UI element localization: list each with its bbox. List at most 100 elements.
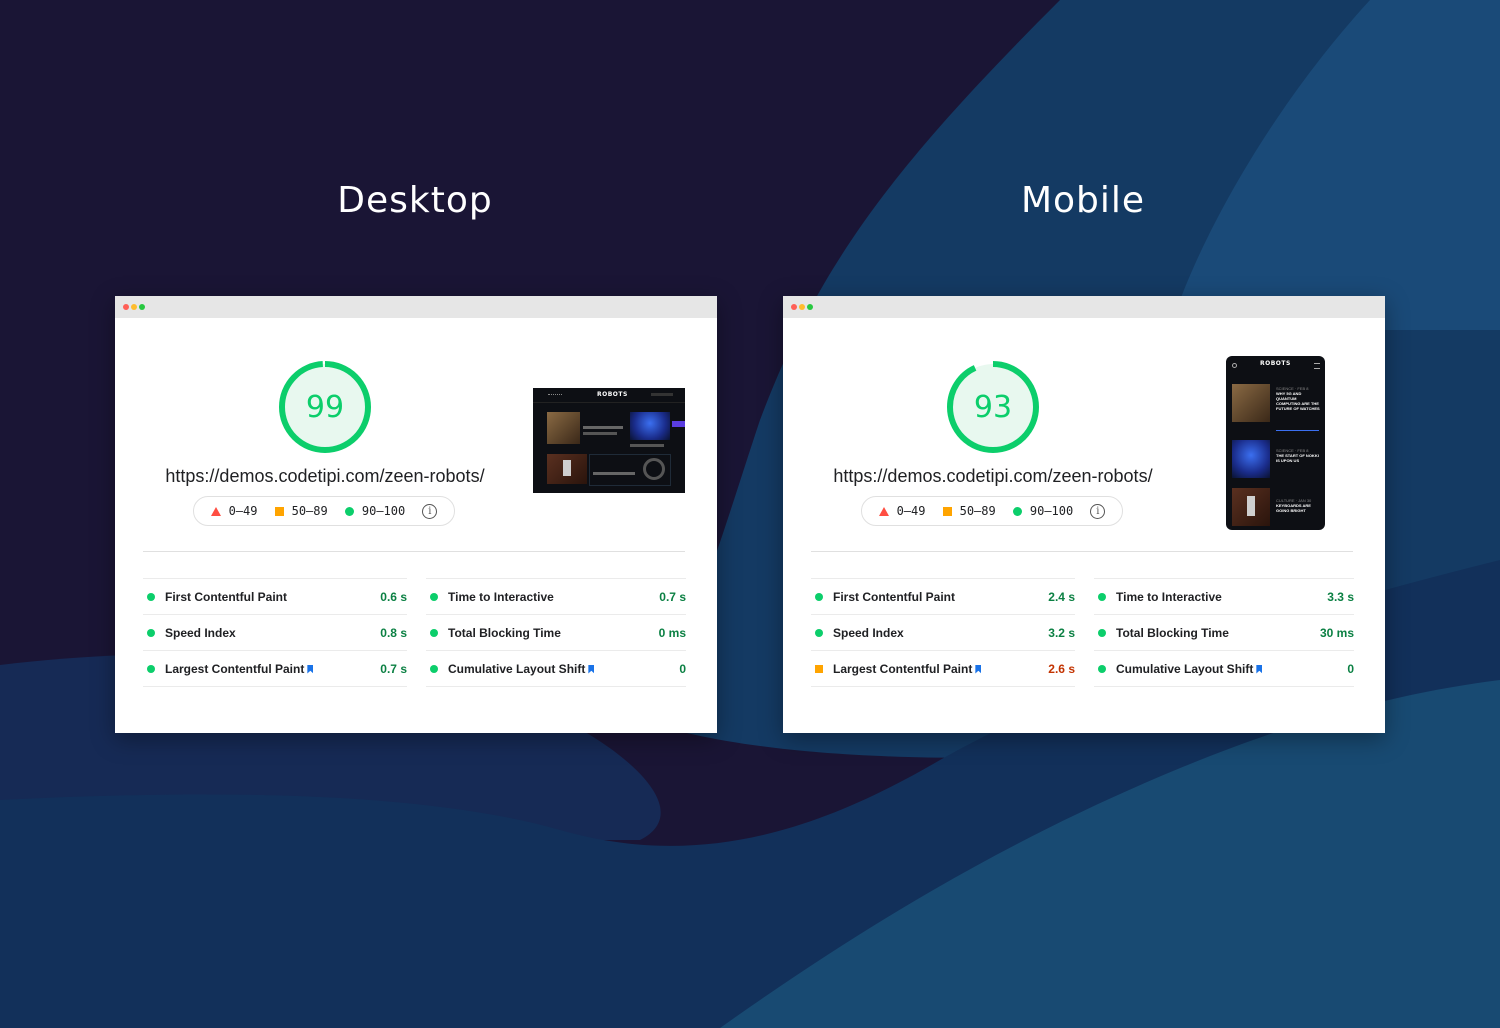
legend-poor-label: 0–49 (228, 504, 258, 518)
bookmark-icon (307, 664, 314, 674)
good-dot-icon (1098, 664, 1106, 673)
metric-value: 0.7 s (380, 661, 407, 676)
metric-name: Largest Contentful Paint (165, 662, 380, 676)
bookmark-icon (588, 664, 595, 674)
metric-cumulative-layout-shift[interactable]: Cumulative Layout Shift 0 (426, 650, 686, 687)
bookmark-icon (975, 664, 982, 674)
metrics-column-right: Time to Interactive 0.7 s Total Blocking … (426, 578, 686, 687)
metrics-grid: First Contentful Paint 0.6 s Speed Index 0… (143, 578, 686, 687)
good-dot-icon (147, 628, 155, 637)
metric-value: 30 ms (1319, 625, 1354, 640)
post-item: SCIENCE · FEB 8 WHY 5G AND QUANTUM COMPU… (1276, 386, 1321, 411)
close-dot-icon[interactable] (791, 304, 797, 310)
metric-total-blocking-time[interactable]: Total Blocking Time 0 ms (426, 614, 686, 650)
maximize-dot-icon[interactable] (139, 304, 145, 310)
good-dot-icon (815, 628, 823, 637)
close-dot-icon[interactable] (123, 304, 129, 310)
metric-time-to-interactive[interactable]: Time to Interactive 0.7 s (426, 578, 686, 614)
metric-name: Total Blocking Time (1116, 625, 1229, 640)
metric-first-contentful-paint[interactable]: First Contentful Paint 0.6 s (143, 578, 407, 614)
triangle-icon (878, 506, 889, 516)
metric-name-text: Largest Contentful Paint (165, 661, 305, 676)
metric-value: 2.4 s (1048, 589, 1075, 604)
circle-icon (1012, 506, 1022, 516)
metric-largest-contentful-paint[interactable]: Largest Contentful Paint 0.7 s (143, 650, 407, 687)
metric-first-contentful-paint[interactable]: First Contentful Paint 2.4 s (811, 578, 1075, 614)
metric-name: First Contentful Paint (165, 589, 287, 604)
metric-name: Cumulative Layout Shift (448, 662, 679, 676)
metric-name: Largest Contentful Paint (833, 662, 1048, 676)
desktop-page-screenshot: ROBOTS (533, 388, 685, 493)
mobile-report-window: 93 https://demos.codetipi.com/zeen-robot… (783, 296, 1385, 733)
report-url[interactable]: https://demos.codetipi.com/zeen-robots/ (783, 466, 1203, 487)
bookmark-icon (1256, 664, 1263, 674)
legend-average: 50–89 (274, 504, 328, 518)
metric-value: 0.7 s (659, 589, 686, 604)
metric-time-to-interactive[interactable]: Time to Interactive 3.3 s (1094, 578, 1354, 614)
info-icon[interactable]: i (422, 503, 438, 519)
performance-score: 99 (305, 389, 345, 425)
legend-good: 90–100 (1012, 504, 1074, 518)
legend-poor: 0–49 (210, 504, 258, 518)
thumbnail-logo: ROBOTS (597, 391, 628, 398)
good-dot-icon (430, 664, 438, 673)
metrics-grid: First Contentful Paint 2.4 s Speed Index 3… (811, 578, 1354, 687)
metric-speed-index[interactable]: Speed Index 0.8 s (143, 614, 407, 650)
metric-name-text: Cumulative Layout Shift (1116, 661, 1254, 676)
post-title: THE START OF NOKKI IS UPON US (1276, 453, 1319, 463)
metric-name: Time to Interactive (448, 589, 554, 604)
metric-value: 0.8 s (380, 625, 407, 640)
metric-value: 0 (1347, 661, 1354, 676)
good-dot-icon (430, 628, 438, 637)
legend-good-label: 90–100 (1029, 504, 1074, 518)
metric-value: 2.6 s (1048, 661, 1075, 676)
metric-speed-index[interactable]: Speed Index 3.2 s (811, 614, 1075, 650)
metric-largest-contentful-paint[interactable]: Largest Contentful Paint 2.6 s (811, 650, 1075, 687)
good-dot-icon (1098, 628, 1106, 637)
legend-average-label: 50–89 (291, 504, 328, 518)
metric-value: 0 (679, 661, 686, 676)
minimize-dot-icon[interactable] (131, 304, 137, 310)
score-legend: 0–49 50–89 90–100 i (861, 496, 1123, 526)
good-dot-icon (1098, 592, 1106, 601)
good-dot-icon (430, 592, 438, 601)
info-icon[interactable]: i (1090, 503, 1106, 519)
metric-value: 0.6 s (380, 589, 407, 604)
post-title: WHY 5G AND QUANTUM COMPUTING ARE THE FUT… (1276, 391, 1320, 411)
minimize-dot-icon[interactable] (799, 304, 805, 310)
metric-value: 3.3 s (1327, 589, 1354, 604)
metric-name-text: Cumulative Layout Shift (448, 661, 586, 676)
metrics-column-left: First Contentful Paint 0.6 s Speed Index 0… (143, 578, 407, 687)
legend-good-label: 90–100 (361, 504, 406, 518)
legend-average-label: 50–89 (959, 504, 996, 518)
post-title: KEYBOARDS ARE GOING BRIGHT (1276, 503, 1311, 513)
section-divider (811, 551, 1353, 552)
square-icon (274, 506, 284, 516)
window-titlebar (783, 296, 1385, 318)
metric-name-text: Largest Contentful Paint (833, 661, 973, 676)
circle-icon (344, 506, 354, 516)
metric-name: Total Blocking Time (448, 625, 561, 640)
good-dot-icon (147, 664, 155, 673)
report-url[interactable]: https://demos.codetipi.com/zeen-robots/ (115, 466, 535, 487)
thumbnail-logo: ROBOTS (1260, 360, 1291, 367)
legend-average: 50–89 (942, 504, 996, 518)
section-divider (143, 551, 685, 552)
good-dot-icon (147, 592, 155, 601)
metric-total-blocking-time[interactable]: Total Blocking Time 30 ms (1094, 614, 1354, 650)
metric-cumulative-layout-shift[interactable]: Cumulative Layout Shift 0 (1094, 650, 1354, 687)
window-titlebar (115, 296, 717, 318)
maximize-dot-icon[interactable] (807, 304, 813, 310)
metric-value: 0 ms (658, 625, 686, 640)
post-item: CULTURE · JAN 30 KEYBOARDS ARE GOING BRI… (1276, 498, 1321, 513)
metric-name: First Contentful Paint (833, 589, 955, 604)
mobile-page-screenshot: ROBOTS SCIENCE · FEB 8 WHY 5G AND QUANTU… (1226, 356, 1325, 530)
score-legend: 0–49 50–89 90–100 i (193, 496, 455, 526)
legend-poor: 0–49 (878, 504, 925, 518)
desktop-heading: Desktop (337, 180, 493, 221)
square-icon (942, 506, 952, 516)
metric-name: Time to Interactive (1116, 589, 1222, 604)
post-item: SCIENCE · FEB 8 THE START OF NOKKI IS UP… (1276, 448, 1321, 463)
metrics-column-right: Time to Interactive 3.3 s Total Blocking … (1094, 578, 1354, 687)
metric-name: Cumulative Layout Shift (1116, 662, 1347, 676)
